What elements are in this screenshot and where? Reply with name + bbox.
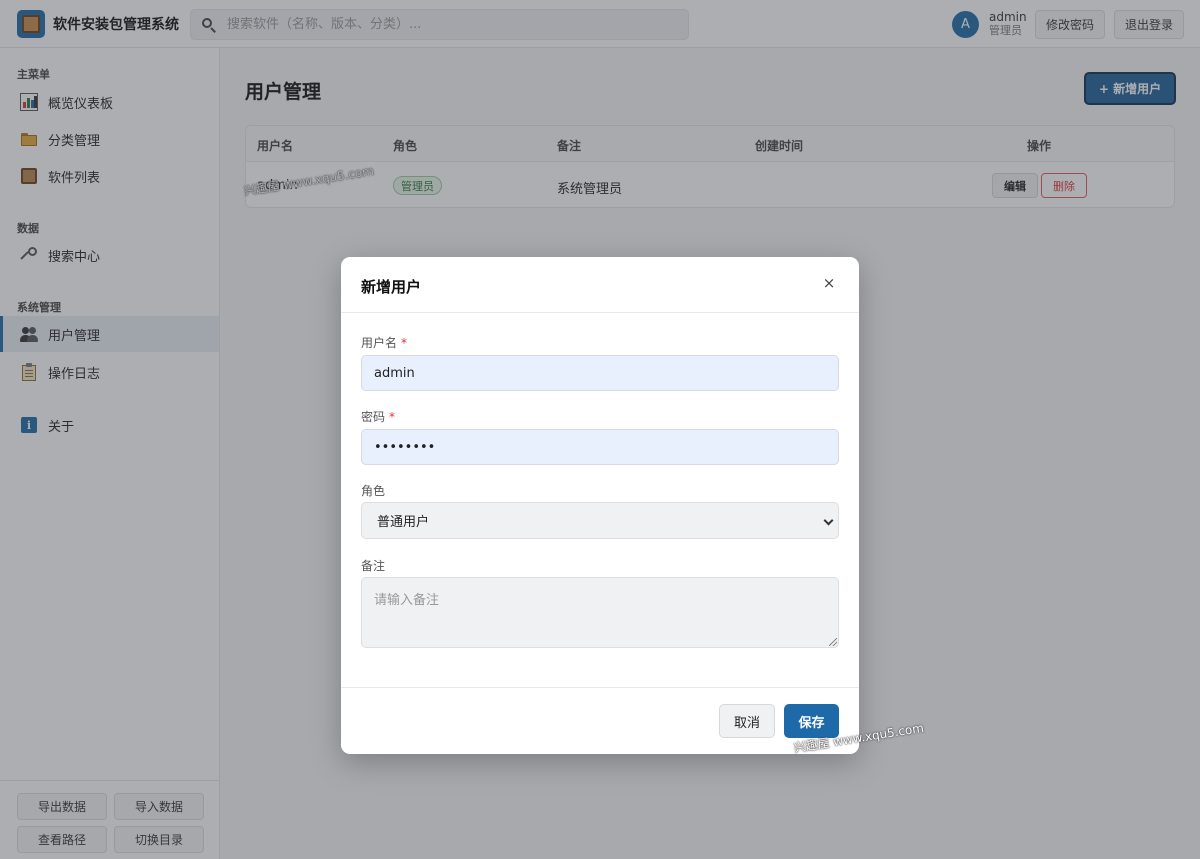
required-mark: * (389, 410, 396, 424)
cancel-button[interactable]: 取消 (719, 704, 775, 738)
note-field[interactable] (361, 577, 839, 648)
close-icon[interactable]: × (821, 274, 837, 292)
note-label: 备注 (361, 559, 386, 573)
role-select[interactable]: 普通用户 (361, 502, 839, 539)
password-field[interactable] (361, 429, 839, 465)
dialog-footer: 取消 保存 (341, 687, 859, 754)
role-select-value: 普通用户 (377, 515, 430, 530)
password-label-text: 密码 (361, 410, 386, 424)
username-label: 用户名 * (361, 334, 407, 351)
resize-handle-icon[interactable] (829, 638, 837, 646)
username-field[interactable] (361, 355, 839, 391)
add-user-dialog: 新增用户 × 用户名* 密码* 角色 普通用户 备注 取消 保存 (341, 257, 859, 754)
username-label-text: 用户名 (361, 336, 398, 350)
chevron-down-icon (823, 515, 834, 526)
required-mark: * (401, 336, 408, 350)
password-label: 密码 * (361, 408, 395, 425)
role-label: 角色 (361, 484, 386, 498)
dialog-header: 新增用户 × (341, 257, 859, 313)
dialog-title: 新增用户 (361, 278, 422, 296)
